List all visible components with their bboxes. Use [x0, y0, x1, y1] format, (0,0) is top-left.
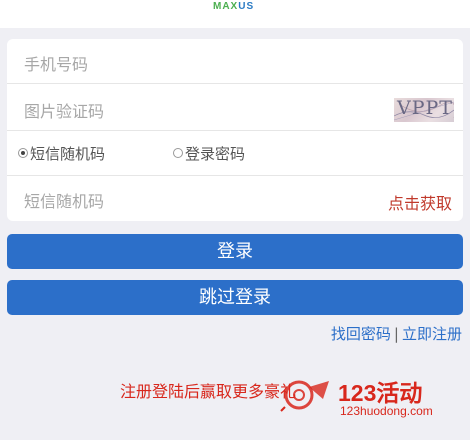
- links-separator: |: [393, 325, 399, 343]
- maxus-logo: MAXUS: [213, 1, 255, 12]
- captcha-image[interactable]: VPPT: [394, 98, 454, 122]
- watermark-gift-icon: [280, 380, 329, 412]
- phone-placeholder: 手机号码: [24, 55, 89, 74]
- phone-field[interactable]: 手机号码: [7, 39, 463, 84]
- watermark-url: 123huodong.com: [340, 404, 433, 418]
- radio-password-label: 登录密码: [185, 144, 246, 163]
- account-links: 找回密码 | 立即注册: [331, 323, 462, 344]
- captcha-field[interactable]: 图片验证码 VPPT: [7, 86, 463, 131]
- sms-code-placeholder: 短信随机码: [24, 192, 105, 211]
- radio-checked-icon: [18, 148, 28, 158]
- get-code-link[interactable]: 点击获取: [388, 190, 452, 214]
- radio-unchecked-icon: [173, 148, 183, 158]
- skip-login-button[interactable]: 跳过登录: [7, 280, 463, 315]
- login-form: 手机号码 图片验证码 VPPT 短信随机码 登录密码 短信随机码 点击获取: [7, 39, 463, 221]
- forgot-password-link[interactable]: 找回密码: [331, 325, 391, 343]
- login-button[interactable]: 登录: [7, 234, 463, 269]
- radio-sms-label: 短信随机码: [30, 144, 106, 163]
- radio-sms-code[interactable]: 短信随机码: [18, 143, 105, 163]
- radio-password[interactable]: 登录密码: [173, 143, 245, 163]
- register-link[interactable]: 立即注册: [402, 325, 462, 343]
- sms-code-field[interactable]: 短信随机码 点击获取: [7, 176, 463, 221]
- captcha-text: VPPT: [397, 98, 453, 119]
- captcha-placeholder: 图片验证码: [24, 102, 105, 121]
- watermark-title: 123活动: [338, 380, 423, 406]
- promo-text: 注册登陆后赢取更多豪礼: [120, 382, 297, 401]
- login-mode-row: 短信随机码 登录密码: [7, 131, 463, 176]
- top-bar: MAXUS: [0, 0, 470, 28]
